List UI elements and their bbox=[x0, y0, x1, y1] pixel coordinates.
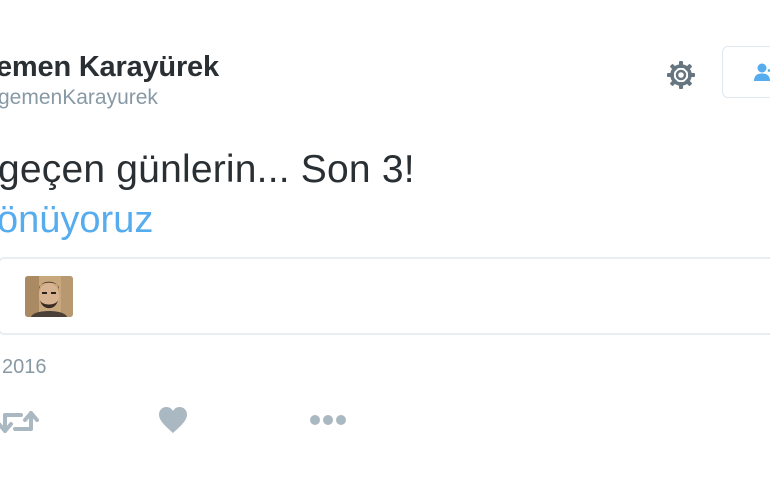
author-handle[interactable]: gemenKarayurek bbox=[0, 86, 158, 110]
settings-button[interactable] bbox=[664, 58, 698, 92]
follow-user-icon bbox=[754, 63, 770, 81]
tweet-text: geçen günlerin... Son 3! bbox=[0, 148, 415, 191]
hashtag-link[interactable]: önüyoruz bbox=[0, 199, 153, 242]
author-display-name[interactable]: emen Karayürek bbox=[0, 51, 219, 84]
person-photo-thumbnail bbox=[25, 276, 73, 317]
like-button[interactable] bbox=[157, 404, 189, 436]
more-dots-icon bbox=[310, 415, 346, 425]
tweet-date[interactable]: 2016 bbox=[2, 356, 47, 379]
media-card[interactable] bbox=[0, 257, 770, 335]
retweet-button[interactable] bbox=[0, 404, 40, 440]
retweet-icon bbox=[0, 411, 39, 433]
gear-icon bbox=[667, 61, 695, 89]
more-options-button[interactable] bbox=[306, 408, 350, 432]
media-thumbnail[interactable] bbox=[25, 276, 73, 317]
follow-button[interactable] bbox=[722, 46, 770, 98]
heart-icon bbox=[159, 407, 187, 433]
